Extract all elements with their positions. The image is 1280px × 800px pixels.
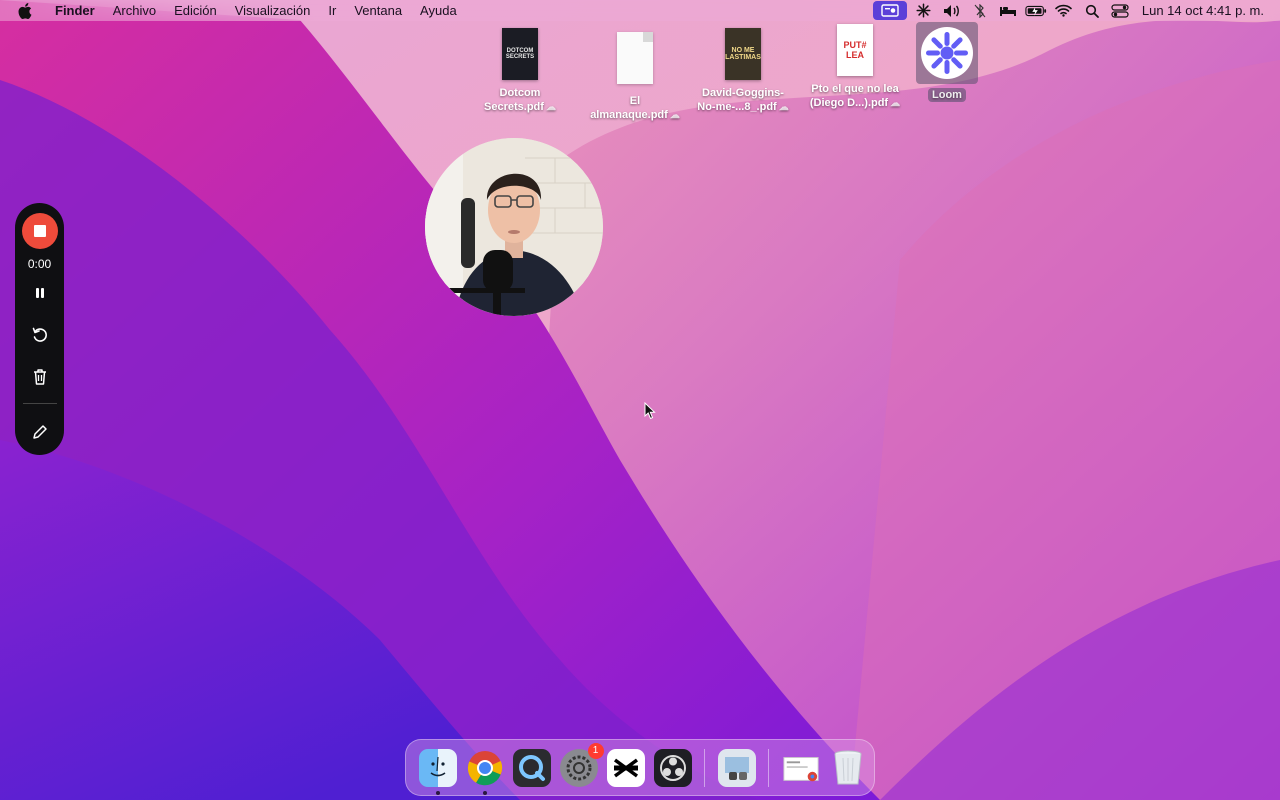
dock-finder[interactable] bbox=[418, 748, 457, 795]
notification-badge: 1 bbox=[587, 742, 604, 759]
desktop-file-david-goggins[interactable]: NO ME LASTIMAS David-Goggins- No-me-...8… bbox=[688, 24, 798, 115]
dock: 1 bbox=[405, 739, 875, 796]
icloud-icon: ☁ bbox=[778, 102, 789, 113]
recording-toolbar: 0:00 bbox=[15, 203, 64, 455]
restart-icon bbox=[32, 327, 47, 342]
desktop-file-el-almanaque[interactable]: El almanaque.pdf ☁ bbox=[580, 28, 690, 123]
desktop-app-loom[interactable]: Loom bbox=[892, 26, 1002, 102]
menu-edicion[interactable]: Edición bbox=[165, 0, 226, 21]
dock-quicktime[interactable] bbox=[512, 748, 551, 787]
file-label-line2: No-me-...8_.pdf bbox=[697, 101, 777, 113]
menu-archivo[interactable]: Archivo bbox=[104, 0, 165, 21]
book-cover-text: NO ME LASTIMAS bbox=[725, 47, 761, 61]
volume-icon[interactable] bbox=[941, 0, 963, 21]
restart-button[interactable] bbox=[24, 319, 56, 351]
dock-system-settings[interactable]: 1 bbox=[559, 742, 604, 787]
book-cover-text: PUT# LEA bbox=[843, 40, 867, 60]
preview-icon bbox=[724, 756, 749, 780]
presenter-video bbox=[425, 138, 603, 316]
dock-trash[interactable] bbox=[829, 749, 867, 787]
webcam-bubble[interactable] bbox=[425, 138, 603, 316]
file-label-line2: (Diego D...).pdf bbox=[809, 97, 889, 109]
stop-recording-button[interactable] bbox=[21, 213, 58, 249]
desktop-file-dotcom-secrets[interactable]: DOTCOM SECRETS Dotcom Secrets.pdf ☁ bbox=[465, 24, 575, 115]
menu-ayuda[interactable]: Ayuda bbox=[411, 0, 466, 21]
pdf-thumbnail-icon: NO ME LASTIMAS bbox=[725, 24, 761, 80]
file-label-line1: David-Goggins- bbox=[702, 87, 784, 99]
menu-visualizacion[interactable]: Visualización bbox=[226, 0, 320, 21]
menu-finder[interactable]: Finder bbox=[46, 0, 104, 21]
menu-ir[interactable]: Ir bbox=[319, 0, 345, 21]
dock-downloads-stack[interactable] bbox=[782, 749, 820, 787]
delete-button[interactable] bbox=[24, 361, 56, 393]
toolbar-divider bbox=[22, 403, 57, 404]
stop-icon bbox=[33, 225, 46, 237]
icloud-icon: ☁ bbox=[669, 110, 680, 121]
spotlight-icon[interactable] bbox=[1081, 0, 1103, 21]
menu-bar-clock[interactable]: Lun 14 oct 4:41 p. m. bbox=[1134, 3, 1280, 18]
dock-obs[interactable] bbox=[653, 748, 692, 787]
capcut-icon bbox=[613, 758, 638, 777]
wifi-icon[interactable] bbox=[1053, 0, 1075, 21]
icloud-icon: ☁ bbox=[545, 102, 556, 113]
menu-bar: Finder Archivo Edición Visualización Ir … bbox=[0, 0, 1280, 21]
dock-separator bbox=[768, 748, 769, 787]
control-center-icon[interactable] bbox=[1109, 0, 1131, 21]
file-label-line2: almanaque.pdf bbox=[590, 109, 668, 121]
menu-ventana[interactable]: Ventana bbox=[345, 0, 411, 21]
book-cover-text: DOTCOM SECRETS bbox=[505, 48, 535, 60]
loom-app-icon bbox=[920, 26, 974, 80]
trash-bin-icon bbox=[834, 750, 861, 784]
apple-menu-icon[interactable] bbox=[18, 2, 32, 19]
dock-capcut[interactable] bbox=[606, 748, 645, 787]
file-label-line1: Pto el que no lea bbox=[811, 83, 899, 95]
pause-icon bbox=[35, 288, 44, 298]
dock-preview[interactable] bbox=[717, 748, 756, 787]
gear-icon bbox=[566, 755, 591, 780]
pdf-thumbnail-icon: PUT# LEA bbox=[837, 20, 873, 76]
screen-record-icon[interactable] bbox=[872, 1, 907, 20]
quicktime-icon bbox=[518, 754, 545, 781]
file-label-line1: Dotcom bbox=[499, 87, 541, 99]
running-indicator bbox=[482, 790, 487, 795]
pdf-thumbnail-icon: DOTCOM SECRETS bbox=[502, 24, 538, 80]
obs-icon bbox=[659, 754, 686, 781]
document-icon bbox=[617, 28, 653, 84]
downloads-stack-icon bbox=[782, 756, 819, 781]
dock-separator bbox=[704, 748, 705, 787]
dock-chrome[interactable] bbox=[466, 749, 504, 795]
sleep-icon[interactable] bbox=[997, 0, 1019, 21]
recording-timer: 0:00 bbox=[27, 257, 52, 271]
file-label: Pto el que no lea (Diego D...).pdf ☁ bbox=[810, 82, 900, 111]
finder-icon bbox=[430, 756, 445, 776]
draw-button[interactable] bbox=[24, 416, 56, 448]
chrome-icon bbox=[467, 750, 502, 785]
file-label-line1: El bbox=[629, 95, 641, 107]
trash-icon bbox=[33, 369, 46, 385]
battery-icon[interactable] bbox=[1025, 0, 1047, 21]
bluetooth-icon[interactable] bbox=[969, 0, 991, 21]
loom-status-icon[interactable] bbox=[913, 0, 935, 21]
file-label: Loom bbox=[928, 88, 966, 102]
file-label: Dotcom Secrets.pdf ☁ bbox=[484, 86, 556, 115]
pause-button[interactable] bbox=[24, 277, 56, 309]
mouse-cursor-icon bbox=[644, 402, 656, 420]
file-label-line1: Loom bbox=[928, 88, 966, 102]
file-label-line2: Secrets.pdf bbox=[484, 101, 544, 113]
file-label: David-Goggins- No-me-...8_.pdf ☁ bbox=[697, 86, 788, 115]
running-indicator bbox=[435, 790, 440, 795]
pencil-icon bbox=[32, 425, 47, 439]
file-label: El almanaque.pdf ☁ bbox=[590, 94, 680, 123]
